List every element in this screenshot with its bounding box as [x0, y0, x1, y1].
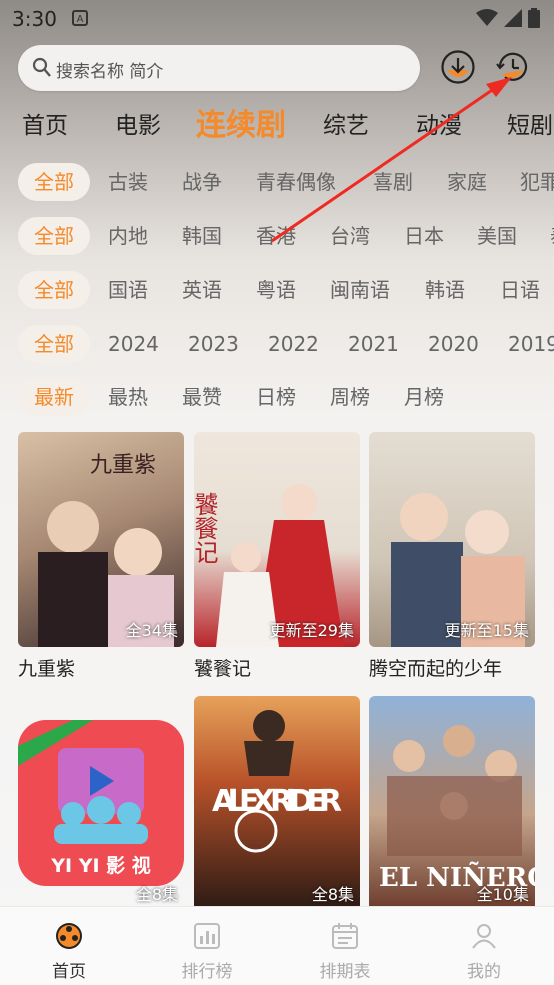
- tab-movies[interactable]: 电影: [115, 106, 161, 140]
- nav-label: 首页: [52, 962, 86, 982]
- status-icons: [476, 8, 540, 28]
- poster-art: 饕餮记: [194, 484, 344, 647]
- filter-chip[interactable]: 全部: [18, 325, 90, 363]
- filter-chip[interactable]: 2021: [348, 325, 399, 363]
- nav-profile[interactable]: 我的: [444, 921, 524, 982]
- status-time: 3:30: [12, 7, 57, 31]
- poster-image: YI YI 影 视 全8集: [18, 696, 184, 911]
- filter-chip[interactable]: 2024: [108, 325, 159, 363]
- tab-shorts[interactable]: 短剧: [507, 106, 553, 140]
- sort-filter-row: 最新 最热 最赞 日榜 周榜 月榜: [0, 378, 554, 418]
- tab-home[interactable]: 首页: [22, 106, 68, 140]
- poster-image: 更新至15集: [369, 432, 535, 647]
- battery-icon: [528, 8, 540, 28]
- episode-badge: 全8集: [311, 885, 354, 904]
- nav-label: 排行榜: [181, 962, 233, 982]
- filter-chip[interactable]: 国语: [108, 271, 148, 309]
- filter-chip[interactable]: 月榜: [404, 378, 444, 416]
- tab-variety[interactable]: 综艺: [323, 106, 369, 140]
- nav-home[interactable]: 首页: [29, 921, 109, 982]
- calendar-icon: [332, 923, 358, 949]
- poster-image: 饕餮记 更新至29集: [194, 432, 360, 647]
- filter-chip[interactable]: 犯罪: [520, 163, 554, 201]
- filter-chip[interactable]: 2022: [268, 325, 319, 363]
- bottom-nav: 首页 排行榜 排期表 我的: [0, 906, 554, 985]
- filter-chip[interactable]: 粤语: [256, 271, 296, 309]
- filter-chip[interactable]: 英语: [182, 271, 222, 309]
- bar-chart-icon: [194, 923, 220, 949]
- episode-badge: 更新至29集: [269, 621, 354, 640]
- video-title: 饕餮记: [194, 658, 252, 680]
- search-bar[interactable]: 搜索名称 简介: [18, 45, 420, 91]
- filter-chip[interactable]: 日语: [500, 271, 540, 309]
- filter-chip[interactable]: 香港: [256, 217, 296, 255]
- filter-chip[interactable]: 全部: [18, 217, 90, 255]
- language-filter-row: 全部 国语 英语 粤语 闽南语 韩语 日语: [0, 271, 554, 311]
- filter-chip[interactable]: 全部: [18, 271, 90, 309]
- nav-schedule[interactable]: 排期表: [305, 921, 385, 982]
- filter-chip[interactable]: 古装: [108, 163, 148, 201]
- history-icon[interactable]: [496, 50, 530, 84]
- search-icon: [32, 57, 51, 77]
- nav-rankings[interactable]: 排行榜: [167, 921, 247, 982]
- category-tabs: 首页 电影 连续剧 综艺 动漫 短剧: [0, 100, 554, 146]
- episode-badge: 更新至15集: [444, 621, 529, 640]
- filter-chip[interactable]: 青春偶像: [256, 163, 336, 201]
- filter-chip[interactable]: 2020: [428, 325, 479, 363]
- year-filter-row: 全部 2024 2023 2022 2021 2020 2019: [0, 325, 554, 365]
- status-bar: 3:30 A: [0, 0, 554, 38]
- poster-art: 九重紫: [38, 453, 174, 647]
- filter-chip[interactable]: 闽南语: [330, 271, 390, 309]
- filter-chip[interactable]: 全部: [18, 163, 90, 201]
- filter-chip[interactable]: 战争: [182, 163, 222, 201]
- filter-chip[interactable]: 周榜: [330, 378, 370, 416]
- poster-title-text: 饕餮记: [194, 492, 218, 564]
- filter-chip[interactable]: 泰: [550, 217, 554, 255]
- filter-chip[interactable]: 喜剧: [373, 163, 413, 201]
- tab-anime[interactable]: 动漫: [416, 106, 462, 140]
- filter-chip[interactable]: 韩语: [425, 271, 465, 309]
- filter-chip[interactable]: 美国: [477, 217, 517, 255]
- filter-chip[interactable]: 日本: [404, 217, 444, 255]
- download-icon[interactable]: [441, 50, 475, 84]
- nav-label: 排期表: [319, 962, 371, 982]
- user-icon: [472, 924, 496, 949]
- filter-chip[interactable]: 最赞: [182, 378, 222, 416]
- episode-badge: 全34集: [125, 621, 178, 640]
- poster-title-text: ALEX RIDER: [212, 784, 342, 819]
- episode-badge: 全10集: [476, 885, 529, 904]
- wifi-icon: [476, 9, 498, 26]
- episode-badge: 全8集: [135, 885, 178, 904]
- nav-label: 我的: [467, 962, 501, 982]
- genre-filter-row: 全部 古装 战争 青春偶像 喜剧 家庭 犯罪: [0, 163, 554, 203]
- video-title: 腾空而起的少年: [369, 658, 503, 680]
- filter-chip[interactable]: 2023: [188, 325, 239, 363]
- notification-icon: A: [72, 10, 88, 26]
- filter-chip[interactable]: 最热: [108, 378, 148, 416]
- poster-title-text: YI YI 影 视: [50, 854, 151, 877]
- poster-image: 九重紫 全34集: [18, 432, 184, 647]
- poster-art: ALEX RIDER: [212, 710, 342, 853]
- app-logo: YI YI 影 视: [18, 720, 184, 886]
- region-filter-row: 全部 内地 韩国 香港 台湾 日本 美国 泰: [0, 217, 554, 257]
- filter-chip[interactable]: 韩国: [182, 217, 222, 255]
- poster-title-text: 九重紫: [90, 453, 156, 478]
- tab-series[interactable]: 连续剧: [196, 100, 286, 144]
- poster-image: EL NIÑERO 全10集: [369, 696, 535, 911]
- film-reel-icon: [56, 923, 82, 949]
- video-title: 九重紫: [18, 658, 76, 680]
- filter-chip[interactable]: 家庭: [447, 163, 487, 201]
- poster-art: EL NIÑERO: [379, 725, 535, 893]
- filter-chip[interactable]: 台湾: [330, 217, 370, 255]
- signal-icon: [504, 9, 522, 27]
- filter-chip[interactable]: 2019: [508, 325, 554, 363]
- poster-image: ALEX RIDER 全8集: [194, 696, 360, 911]
- search-placeholder: 搜索名称 简介: [56, 62, 164, 82]
- filter-chip[interactable]: 内地: [108, 217, 148, 255]
- filter-chip[interactable]: 日榜: [256, 378, 296, 416]
- filter-chip[interactable]: 最新: [18, 378, 90, 416]
- poster-art: [391, 493, 525, 647]
